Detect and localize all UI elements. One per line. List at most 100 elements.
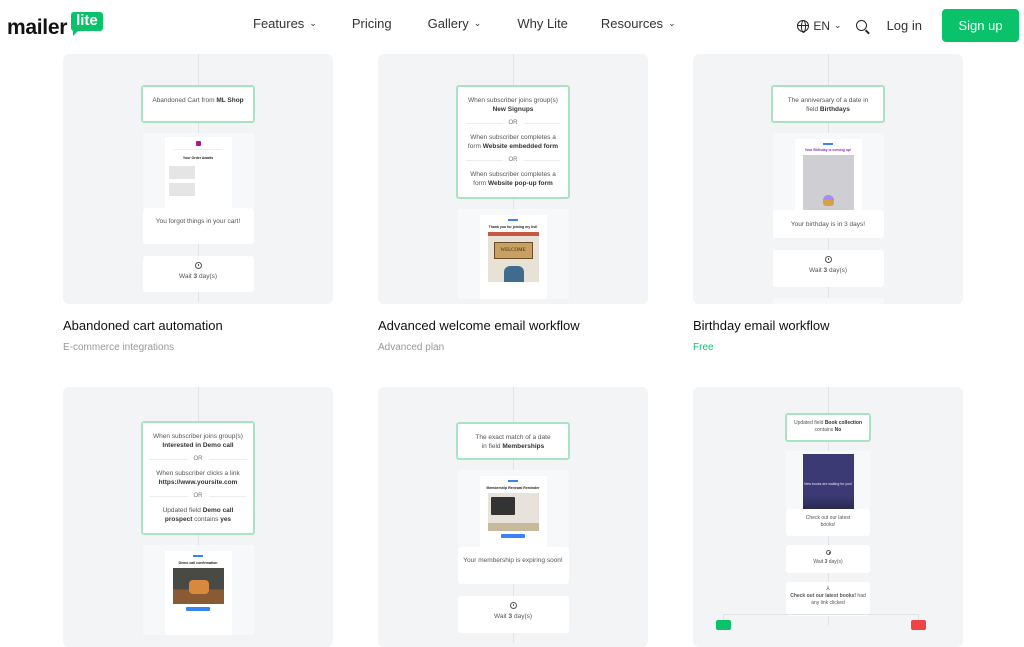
laptop-image [487, 493, 539, 531]
template-card-abandoned-cart[interactable]: Abandoned Cart from ML Shop Your Order A… [63, 54, 333, 304]
menu-resources[interactable]: Resources ⌄ [601, 16, 676, 31]
logo-badge: lite [71, 12, 103, 36]
email-preview: Your Birthday is coming up! [772, 133, 884, 210]
trigger-node: When subscriber joins group(s) New Signu… [456, 85, 570, 199]
clock-icon [509, 602, 517, 609]
trigger-node: The exact match of a date in field Membe… [456, 422, 570, 460]
trigger-bold: Website embedded form [482, 143, 559, 150]
menu-pricing[interactable]: Pricing [352, 16, 392, 31]
trigger-bold: https://www.yoursite.com [158, 479, 238, 486]
email-cta [501, 534, 525, 538]
signup-button[interactable]: Sign up [942, 9, 1019, 42]
trigger-bold: Birthdays [819, 106, 850, 113]
chevron-down-icon: ⌄ [834, 20, 842, 30]
email-heading: Membership Renewal Reminder [486, 486, 540, 490]
trigger-bold: Interested in Demo call [162, 442, 234, 449]
trigger-text: Abandoned Cart from [152, 97, 217, 104]
clock-icon [825, 550, 831, 555]
globe-icon [797, 19, 810, 33]
or-divider: OR [466, 119, 560, 128]
chevron-down-icon: ⌄ [668, 18, 676, 28]
menu-why-lite[interactable]: Why Lite [517, 16, 568, 31]
trigger-bold: ML Shop [216, 97, 244, 104]
search-icon[interactable] [855, 20, 867, 31]
yes-branch-icon [716, 620, 731, 630]
workflow-diagram: Abandoned Cart from ML Shop Your Order A… [141, 54, 255, 302]
mailerlite-logo[interactable]: mailer lite [7, 12, 103, 40]
or-divider: OR [149, 492, 247, 501]
email-thumbnail: Your Birthday is coming up! [794, 139, 862, 210]
wait-node: Wait 3 day(s) [772, 250, 884, 287]
template-card-membership[interactable]: The exact match of a date in field Membe… [378, 387, 648, 647]
template-card-book-collection[interactable]: Updated field Book collection contains N… [693, 387, 963, 647]
wait-node: Wait 3 day(s) [457, 596, 569, 633]
menu-why-lite-label: Why Lite [517, 16, 568, 31]
card-title[interactable]: Birthday email workflow [693, 318, 963, 333]
trigger-node: Abandoned Cart from ML Shop [141, 85, 255, 123]
card-title[interactable]: Advanced welcome email workflow [378, 318, 648, 333]
trigger-bold: Memberships [502, 443, 545, 450]
email-caption-node: You forgot things in your cart! [142, 208, 254, 244]
wait-text: Wait [178, 273, 194, 280]
condition-bold: Check out our latest books! [790, 593, 857, 599]
workflow-diagram: Updated field Book collection contains N… [785, 387, 871, 625]
template-card-advanced-welcome[interactable]: When subscriber joins group(s) New Signu… [378, 54, 648, 304]
email-preview [772, 298, 884, 304]
books-email-thumbnail: New books are waiting for you! [802, 454, 854, 509]
main-menu: Features ⌄ Pricing Gallery ⌄ Why Lite Reso… [253, 16, 676, 31]
email-thumbnail: Demo call confirmation [164, 551, 232, 635]
trigger-text: When subscriber joins group(s) [468, 97, 558, 104]
email-caption-node: Check out our latest books! [786, 509, 870, 536]
card-subtitle: Free [693, 342, 714, 353]
email-thumbnail: Thank you for joining my list! WELCOME [479, 215, 547, 299]
card-meta: Abandoned cart automation E-commerce int… [63, 318, 333, 353]
email-preview: Membership Renewal Reminder [457, 470, 569, 547]
template-card-demo-call[interactable]: When subscriber joins group(s) Intereste… [63, 387, 333, 647]
menu-gallery[interactable]: Gallery ⌄ [428, 16, 482, 31]
language-selector[interactable]: EN ⌄ [797, 18, 842, 33]
trigger-bold: yes [220, 516, 232, 523]
cupcake-image [802, 155, 854, 210]
card-meta: Birthday email workflow Free [693, 318, 963, 353]
wait-node: Wait 3 day(s) [786, 545, 870, 573]
workflow-diagram: The exact match of a date in field Membe… [456, 387, 570, 643]
card-title[interactable]: Abandoned cart automation [63, 318, 333, 333]
welcome-mat-text: WELCOME [493, 242, 533, 259]
wait-text: Wait [808, 267, 824, 274]
email-caption-node: Your birthday is in 3 days! [772, 210, 884, 238]
email-heading: Your Birthday is coming up! [804, 148, 852, 152]
wait-unit: day(s) [512, 613, 533, 620]
menu-features-label: Features [253, 16, 305, 31]
no-branch-icon [911, 620, 926, 630]
wait-text: Wait [813, 559, 825, 565]
email-caption-node: Your membership is expiring soon! [457, 547, 569, 584]
email-preview: Your Order Awaits [142, 133, 254, 208]
clock-icon [194, 262, 202, 269]
condition-node: ⅄ Check out our latest books! had any li… [786, 582, 870, 616]
or-divider: OR [149, 455, 247, 464]
trigger-bold: Website pop-up form [487, 180, 553, 187]
branch-connector [723, 614, 919, 621]
language-label: EN [813, 18, 831, 33]
nav-actions: EN ⌄ Log in Sign up [797, 9, 1019, 42]
menu-pricing-label: Pricing [351, 16, 392, 31]
menu-features[interactable]: Features ⌄ [253, 16, 317, 31]
telephone-image [172, 568, 224, 604]
wait-unit: day(s) [197, 273, 218, 280]
trigger-bold: No [834, 427, 842, 433]
menu-resources-label: Resources [600, 16, 664, 31]
template-card-birthday[interactable]: The anniversary of a date in field Birth… [693, 54, 963, 304]
welcome-mat-image: WELCOME [487, 232, 539, 282]
email-cta [186, 607, 210, 611]
email-heading: Your Order Awaits [182, 156, 214, 160]
login-link[interactable]: Log in [887, 18, 922, 33]
email-preview: Thank you for joining my list! WELCOME [457, 209, 569, 299]
top-navigation: mailer lite Features ⌄ Pricing Gallery ⌄ W… [0, 0, 1024, 50]
card-meta: Advanced welcome email workflow Advanced… [378, 318, 648, 353]
wait-unit: day(s) [827, 559, 843, 565]
email-preview: Demo call confirmation [142, 545, 254, 635]
email-thumbnail: Membership Renewal Reminder [479, 476, 547, 547]
email-heading: Thank you for joining my list! [488, 225, 538, 229]
trigger-node: The anniversary of a date in field Birth… [771, 85, 885, 123]
workflow-diagram: When subscriber joins group(s) Intereste… [141, 387, 255, 635]
